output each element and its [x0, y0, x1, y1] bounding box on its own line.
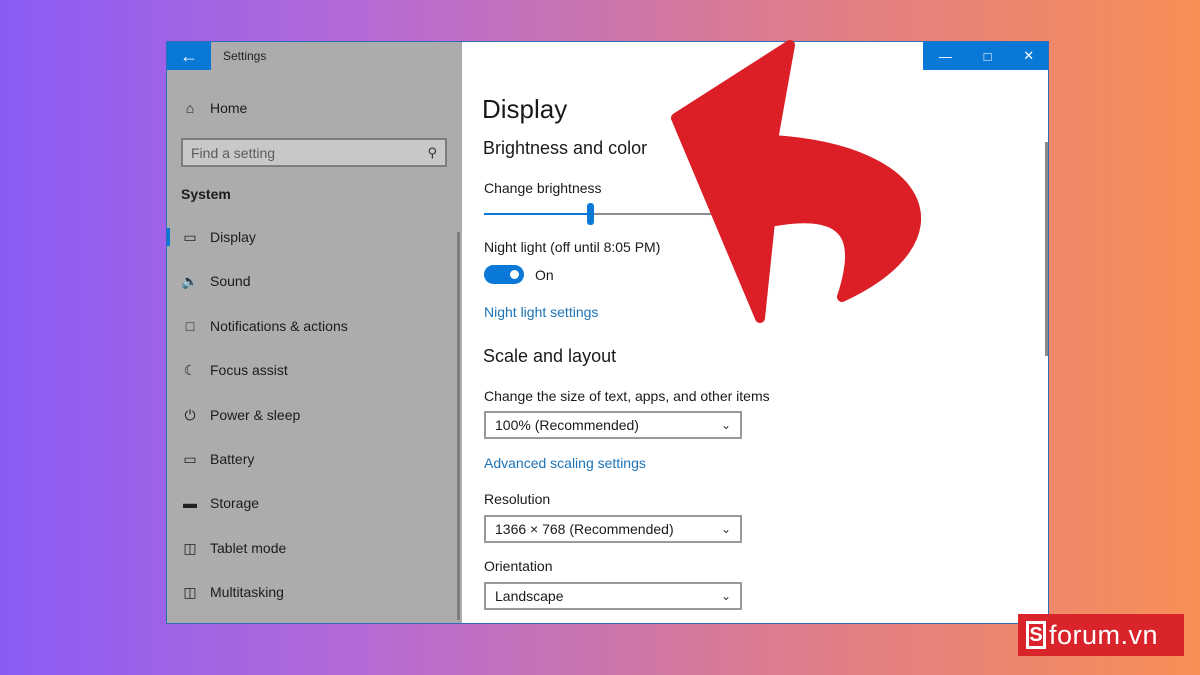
red-curved-arrow-icon	[671, 40, 922, 323]
logo-letter: S	[1026, 621, 1046, 649]
logo-text: forum.vn	[1049, 619, 1159, 650]
sforum-logo: S forum.vn	[1018, 614, 1184, 656]
